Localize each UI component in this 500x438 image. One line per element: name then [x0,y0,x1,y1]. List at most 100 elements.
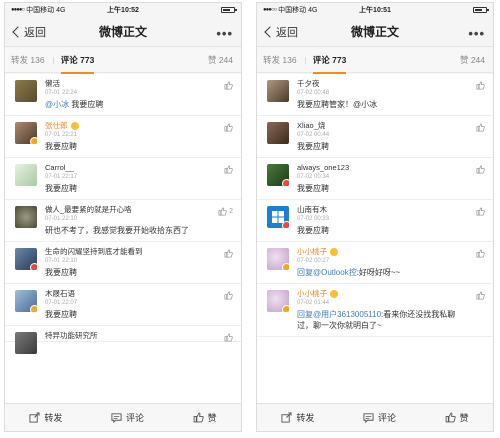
comment-list[interactable]: 懒活 07-01 22:24 @小冰 我要应聘 张仕郎 07-01 22:21 … [5,74,241,403]
comment-item: 懒活 07-01 22:24 @小冰 我要应聘 [5,74,241,116]
tab-likes[interactable]: 赞 244 [208,54,233,66]
comment-item: Carrol__ 07-01 22:17 我要应聘 [5,158,241,200]
verified-badge-icon [282,305,289,312]
comment-time: 07-02 00:48 [297,90,330,96]
battery-icon [473,7,489,13]
avatar[interactable] [15,290,37,312]
comment-author[interactable]: 做人_最要紧的就是开心咯 [45,205,233,215]
like-button[interactable] [224,249,233,258]
thumbs-up-icon [224,165,233,174]
comment-time: 07-02 00:44 [297,132,330,138]
avatar[interactable] [15,80,37,102]
like-button[interactable] [224,333,233,342]
comment-button[interactable]: 评论 [111,411,144,424]
comment-author[interactable]: 山南有木 [297,205,485,215]
comment-item: 生命的闪耀坚持到底才能看到 07-01 22:10 我要应聘 [5,242,241,284]
comment-item: 山南有木 07-02 00:33 我要应聘 [257,200,493,242]
comment-button[interactable]: 评论 [363,411,396,424]
like-post-button[interactable]: 赞 [193,411,217,424]
like-button[interactable] [224,165,233,174]
like-button[interactable] [476,81,485,90]
avatar[interactable] [15,164,37,186]
avatar[interactable] [267,248,289,270]
author-name: 张仕郎 [45,121,68,130]
comment-item: 木屐石语 07-01 22:07 我要应聘 [5,284,241,326]
avatar[interactable] [267,290,289,312]
comment-author[interactable]: 生命的闪耀坚持到底才能看到 [45,247,233,257]
like-button[interactable] [224,291,233,300]
avatar[interactable] [15,122,37,144]
status-bar: ●●●●○ 中国移动 4G 上午10:52 [5,3,241,17]
like-button[interactable] [476,291,485,300]
comment-author[interactable]: Xliao_烧 [297,121,485,131]
comment-text: 我要应聘 [297,142,329,151]
tab-comment[interactable]: 评论 773 [60,54,94,74]
like-button[interactable] [224,81,233,90]
comment-author[interactable]: 小小桃子 [297,289,485,299]
avatar[interactable] [267,164,289,186]
comment-time: 07-01 22:21 [45,132,78,138]
thumbs-up-icon [224,123,233,132]
verified-badge-icon [282,263,289,270]
comment-author[interactable]: 张仕郎 [45,121,233,131]
tab-comment[interactable]: 评论 773 [312,54,346,74]
comment-text: 研也不考了，我感觉我要开始收拾东西了 [45,226,189,235]
status-bar: ●●●○○ 中国移动 4G 上午10:51 [257,3,493,17]
comment-time: 07-01 22:07 [45,300,78,306]
comment-time: 07-01 22:10 [45,258,78,264]
avatar[interactable] [15,332,37,354]
comment-author[interactable]: 小小桃子 [297,247,485,257]
medal-icon [330,290,338,298]
like-button[interactable]: 2 [218,207,233,216]
mention-link[interactable]: 回复@用户3613005110 [297,310,381,319]
more-menu-button[interactable]: ••• [468,26,485,41]
like-button[interactable] [476,123,485,132]
avatar[interactable] [15,248,37,270]
like-button[interactable] [476,165,485,174]
comment-author[interactable]: 千夕夜 [297,79,485,89]
medal-icon [330,248,338,256]
comment-text: 回复@用户3613005110:看来你还没找我私聊过，聊一次你就明白了~ [297,309,485,336]
mention-link[interactable]: @小冰 [45,100,69,109]
back-button[interactable]: 返回 [5,24,46,40]
repost-button[interactable]: 转发 [29,411,62,424]
repost-label: 转发 [44,413,63,423]
repost-icon [29,412,40,423]
like-label: 赞 [207,413,217,423]
clock: 上午10:51 [359,7,391,14]
comment-author[interactable]: Carrol__ [45,163,233,173]
chevron-left-icon [12,25,24,38]
avatar[interactable] [267,122,289,144]
avatar[interactable] [267,80,289,102]
mention-link[interactable]: 回复@Outlook控 [297,268,357,277]
thumbs-up-icon [476,249,485,258]
more-menu-button[interactable]: ••• [216,26,233,41]
repost-button[interactable]: 转发 [281,411,314,424]
tab-bar: 转发 136 | 评论 773 赞 244 [5,47,241,74]
tab-likes[interactable]: 赞 244 [460,54,485,66]
thumbs-up-icon [476,123,485,132]
back-button[interactable]: 返回 [257,24,298,40]
comment-body: :好呀好呀~~ [356,268,401,277]
comment-item: 张仕郎 07-01 22:21 我要应聘 [5,116,241,158]
comment-author[interactable]: 木屐石语 [45,289,233,299]
like-post-button[interactable]: 赞 [445,411,469,424]
thumbs-up-icon [218,207,227,216]
comment-author[interactable]: 懒活 [45,79,233,89]
bottom-action-bar: 转发 评论 赞 [257,403,493,431]
comment-author[interactable]: 特异功能研究所 [45,331,233,341]
avatar[interactable] [267,206,289,228]
comment-list[interactable]: 千夕夜 07-02 00:48 我要应聘管家！@小冰 Xliao_烧 07-02… [257,74,493,403]
like-button[interactable] [476,207,485,216]
thumbs-up-icon [476,81,485,90]
back-label: 返回 [24,26,46,39]
avatar[interactable] [15,206,37,228]
thumbs-up-icon [476,165,485,174]
tab-repost[interactable]: 转发 136 [263,54,297,66]
like-button[interactable] [224,123,233,132]
thumbs-up-icon [476,291,485,300]
comment-text: 我要应聘 [45,142,77,151]
tab-repost[interactable]: 转发 136 [11,54,45,66]
like-button[interactable] [476,249,485,258]
comment-author[interactable]: always_one123 [297,163,485,173]
